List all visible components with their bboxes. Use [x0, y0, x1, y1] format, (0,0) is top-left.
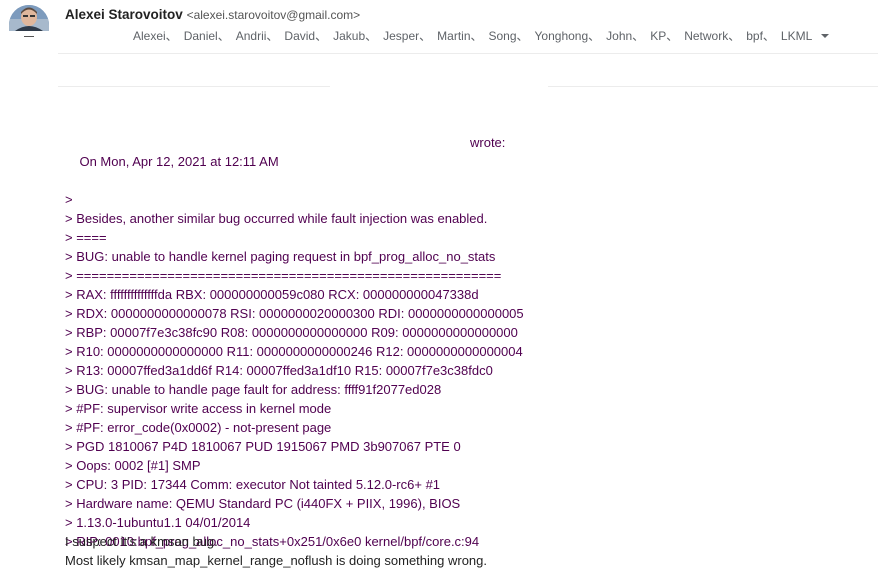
- reply-text: I suspect it's a kmsan bug. Most likely k…: [65, 532, 487, 570]
- quoted-line: > #PF: error_code(0x0002) - not-present …: [65, 420, 332, 435]
- person-avatar-icon: [9, 5, 49, 31]
- recipient-name[interactable]: Martin、: [437, 29, 482, 43]
- quoted-line: > R10: 0000000000000000 R11: 00000000000…: [65, 344, 523, 359]
- recipient-name[interactable]: Yonghong、: [535, 29, 601, 43]
- sender-avatar[interactable]: [9, 5, 49, 31]
- quote-attribution: On Mon, Apr 12, 2021 at 12:11 AM wrote:: [65, 133, 524, 169]
- quoted-line: > RDX: 0000000000000078 RSI: 00000000200…: [65, 306, 524, 321]
- recipients: Alexei、 Daniel、 Andrii、 David、 Jakub、 Jesper、…: [133, 27, 812, 44]
- expand-recipients-icon[interactable]: [821, 33, 830, 38]
- recipients-list[interactable]: Alexei、 Daniel、 Andrii、 David、 Jakub、 Jesper、…: [133, 27, 830, 44]
- recipient-name[interactable]: Andrii、: [236, 29, 279, 43]
- quoted-line: > R13: 00007ffed3a1dd6f R14: 00007ffed3a…: [65, 363, 493, 378]
- header-divider-left: [58, 86, 330, 87]
- recipient-name[interactable]: Daniel、: [184, 29, 230, 43]
- quoted-line: > #PF: supervisor write access in kernel…: [65, 401, 332, 416]
- quoted-line: > RBP: 00007f7e3c38fc90 R08: 00000000000…: [65, 325, 518, 340]
- recipient-name[interactable]: Network、: [684, 29, 740, 43]
- recipient-name[interactable]: Jesper、: [383, 29, 431, 43]
- sender-email: <alexei.starovoitov@gmail.com>: [186, 8, 361, 22]
- quote-attribution-wrote: wrote:: [470, 135, 506, 150]
- quoted-line: > Oops: 0002 [#1] SMP: [65, 458, 201, 473]
- quoted-line: > ====: [65, 230, 107, 245]
- avatar-divider: [24, 36, 34, 37]
- quoted-line: > RAX: ffffffffffffffda RBX: 00000000005…: [65, 287, 479, 302]
- recipient-name[interactable]: bpf、: [746, 29, 775, 43]
- recipient-name[interactable]: David、: [284, 29, 327, 43]
- recipient-name[interactable]: Alexei、: [133, 29, 178, 43]
- quoted-line: > Hardware name: QEMU Standard PC (i440F…: [65, 496, 461, 511]
- reply-line: Most likely kmsan_map_kernel_range_noflu…: [65, 553, 488, 568]
- quoted-line: > Besides, another similar bug occurred …: [65, 211, 488, 226]
- quote-lines: > > Besides, another similar bug occurred…: [65, 190, 524, 551]
- quoted-line: > PGD 1810067 P4D 1810067 PUD 1915067 PM…: [65, 439, 461, 454]
- quoted-line: > 1.13.0-1ubuntu1.1 04/01/2014: [65, 515, 251, 530]
- header-divider-right: [548, 86, 878, 87]
- sender-name[interactable]: Alexei Starovoitov: [65, 7, 183, 22]
- quote-attribution-date: On Mon, Apr 12, 2021 at 12:11 AM: [79, 154, 279, 169]
- sender-line: Alexei Starovoitov <alexei.starovoitov@g…: [65, 7, 360, 22]
- quoted-line: > BUG: unable to handle kernel paging re…: [65, 249, 496, 264]
- reply-line: I suspect it's a kmsan bug.: [65, 534, 218, 549]
- recipient-name[interactable]: Song、: [489, 29, 529, 43]
- quoted-line: >: [65, 192, 73, 207]
- quoted-text: On Mon, Apr 12, 2021 at 12:11 AM wrote: …: [65, 95, 524, 570]
- header-divider: [58, 53, 878, 54]
- recipient-name[interactable]: LKML: [781, 29, 812, 43]
- quoted-line: > BUG: unable to handle page fault for a…: [65, 382, 442, 397]
- recipient-name[interactable]: Jakub、: [333, 29, 377, 43]
- quoted-line: > CPU: 3 PID: 17344 Comm: executor Not t…: [65, 477, 441, 492]
- recipient-name[interactable]: John、: [606, 29, 644, 43]
- quoted-line: > ======================================…: [65, 268, 502, 283]
- recipient-name[interactable]: KP、: [650, 29, 678, 43]
